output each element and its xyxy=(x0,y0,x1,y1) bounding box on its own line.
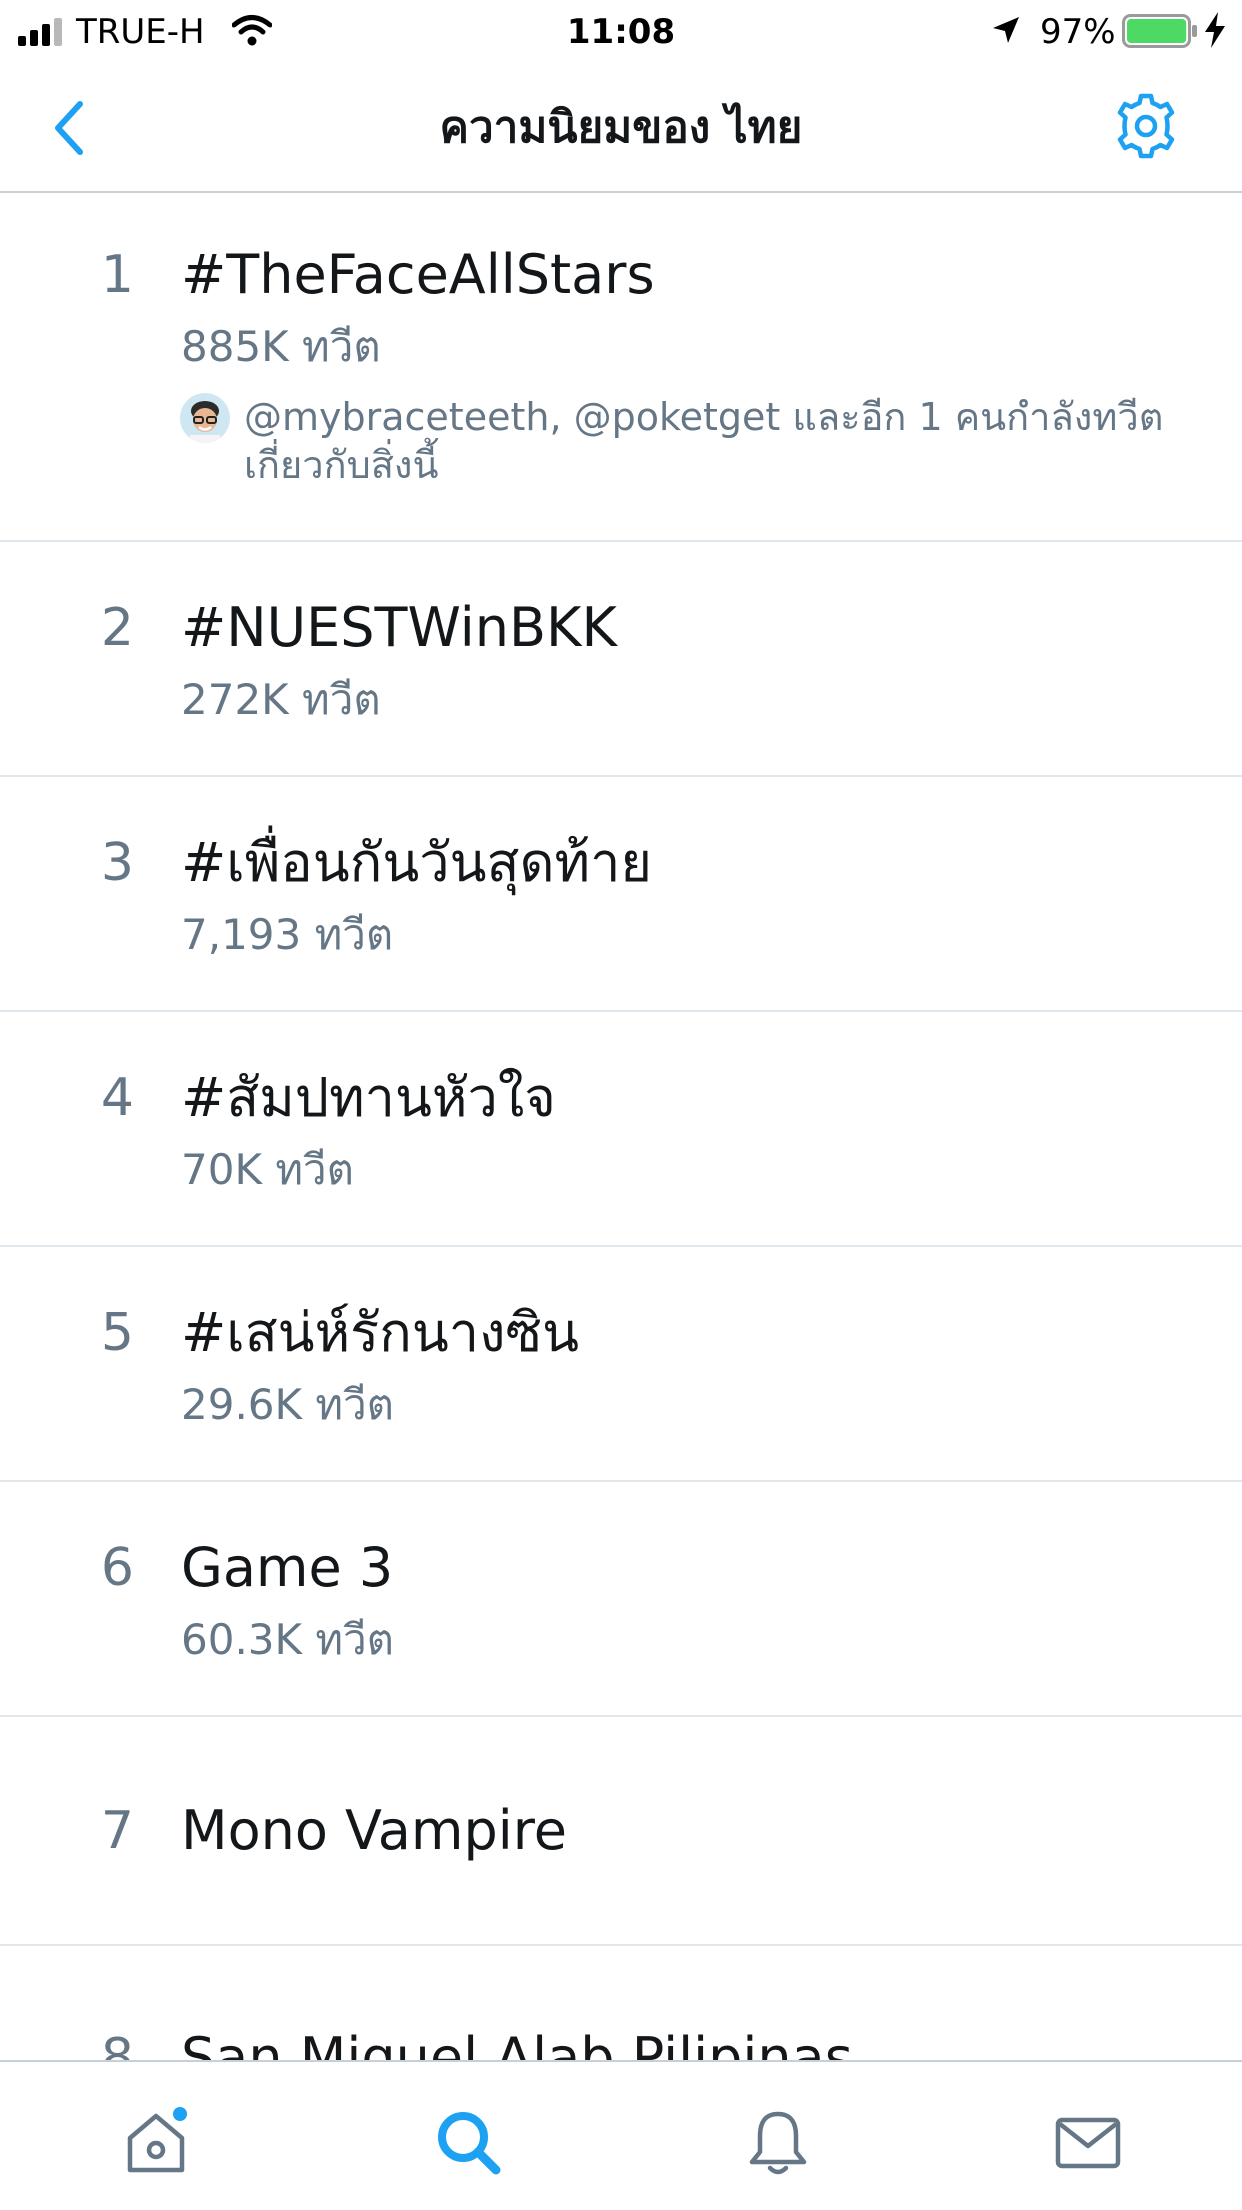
trend-rank: 2 xyxy=(100,598,134,658)
trend-rank: 1 xyxy=(100,245,134,305)
charging-bolt-icon xyxy=(1205,12,1225,48)
trend-context: @mybraceteeth, @poketget และอีก 1 คนกำลั… xyxy=(244,395,1164,487)
trend-name: #TheFaceAllStars xyxy=(181,243,655,306)
gear-icon[interactable] xyxy=(1112,92,1180,160)
trend-rank: 8 xyxy=(100,2028,134,2060)
tweet-count: 885K ทวีต xyxy=(181,322,381,371)
trend-item[interactable]: 3 #เพื่อนกันวันสุดท้าย 7,193 ทวีต xyxy=(0,777,1242,1012)
trend-item[interactable]: 7 Mono Vampire xyxy=(0,1717,1242,1946)
status-bar: TRUE-H 11:08 97% xyxy=(0,0,1242,64)
notification-dot xyxy=(173,2107,187,2121)
home-icon[interactable] xyxy=(120,2106,192,2178)
mail-icon[interactable] xyxy=(1052,2106,1124,2178)
trend-rank: 7 xyxy=(100,1801,134,1861)
search-icon[interactable] xyxy=(432,2106,504,2178)
navigation-bar: ความนิยมของ ไทย xyxy=(0,64,1242,193)
trend-item[interactable]: 4 #สัมปทานหัวใจ 70K ทวีต xyxy=(0,1012,1242,1247)
trend-name: #เพื่อนกันวันสุดท้าย xyxy=(181,831,653,894)
tab-bar xyxy=(0,2060,1242,2210)
trend-name: Mono Vampire xyxy=(181,1799,568,1862)
trend-name: Game 3 xyxy=(181,1536,394,1599)
tweet-count: 70K ทวีต xyxy=(181,1145,354,1194)
page-title: ความนิยมของ ไทย xyxy=(439,102,803,153)
trend-item[interactable]: 8 San Miguel Alab Pilipinas xyxy=(0,1946,1242,2060)
bell-icon[interactable] xyxy=(742,2106,814,2178)
trend-item[interactable]: 6 Game 3 60.3K ทวีต xyxy=(0,1482,1242,1717)
trend-name: #สัมปทานหัวใจ xyxy=(181,1066,556,1129)
trend-rank: 4 xyxy=(100,1068,134,1128)
trend-rank: 6 xyxy=(100,1538,134,1598)
tweet-count: 7,193 ทวีต xyxy=(181,910,394,959)
trend-rank: 5 xyxy=(100,1303,134,1363)
trend-name: San Miguel Alab Pilipinas xyxy=(181,2026,853,2060)
trend-name: #NUESTWinBKK xyxy=(181,596,617,659)
location-arrow-icon xyxy=(993,17,1019,43)
trend-item[interactable]: 5 #เสน่ห์รักนางซิน 29.6K ทวีต xyxy=(0,1247,1242,1482)
battery-percentage: 97% xyxy=(1040,12,1116,52)
trend-item[interactable]: 1 #TheFaceAllStars 885K ทวีต @mybracetee… xyxy=(0,193,1242,542)
tweet-count: 272K ทวีต xyxy=(181,675,381,724)
trend-rank: 3 xyxy=(100,833,134,893)
trend-list: 1 #TheFaceAllStars 885K ทวีต @mybracetee… xyxy=(0,193,1242,2060)
avatar xyxy=(180,393,230,443)
trend-item[interactable]: 2 #NUESTWinBKK 272K ทวีต xyxy=(0,542,1242,777)
tweet-count: 29.6K ทวีต xyxy=(181,1380,394,1429)
trend-name: #เสน่ห์รักนางซิน xyxy=(181,1301,580,1364)
battery-icon xyxy=(1122,14,1197,48)
tweet-count: 60.3K ทวีต xyxy=(181,1615,394,1664)
